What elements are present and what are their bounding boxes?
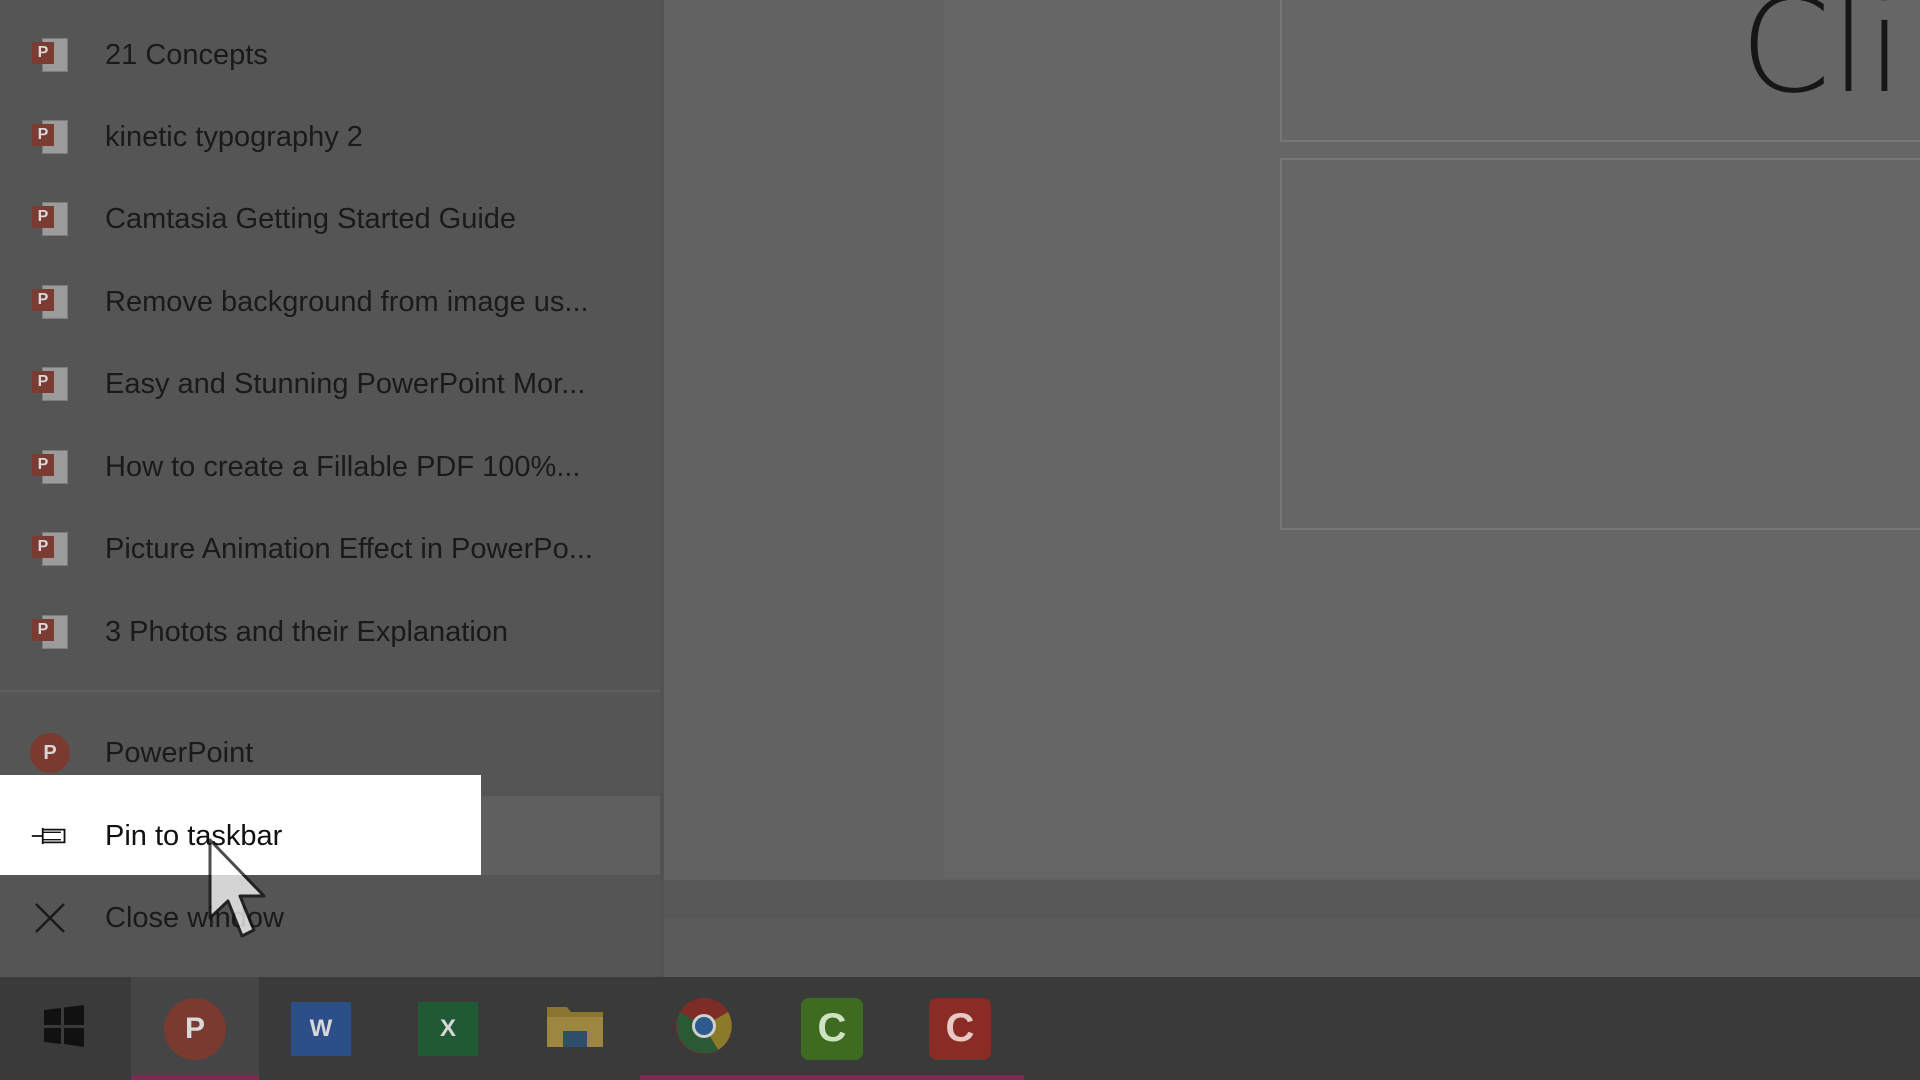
taskbar-chrome[interactable] [640, 977, 768, 1080]
jump-list-separator [0, 690, 660, 692]
close-icon [30, 898, 70, 938]
recent-item-label: kinetic typography 2 [105, 120, 363, 153]
pin-icon [30, 816, 70, 856]
jumplist-recent-item[interactable]: P Picture Animation Effect in PowerPo... [0, 508, 660, 590]
camtasia-icon: C [801, 997, 863, 1060]
pptx-file-icon: P [30, 364, 70, 404]
recent-item-label: How to create a Fillable PDF 100%... [105, 450, 581, 483]
recent-item-label: Picture Animation Effect in PowerPo... [105, 532, 593, 565]
recent-item-label: Remove background from image us... [105, 285, 589, 318]
pptx-file-icon: P [30, 612, 70, 652]
jumplist-recent-item[interactable]: P 3 Photots and their Explanation [0, 591, 660, 673]
pin-to-taskbar-button[interactable]: Pin to taskbar [0, 795, 660, 877]
jumplist-recent-item[interactable]: P 21 Concepts [0, 14, 660, 96]
running-indicator [896, 1075, 1024, 1080]
jumplist-recent-item[interactable]: P How to create a Fillable PDF 100%... [0, 426, 660, 508]
taskbar-file-explorer[interactable] [511, 977, 639, 1080]
running-indicator [640, 1075, 768, 1080]
windows-logo-icon [42, 1004, 86, 1053]
taskbar-start-button[interactable] [0, 977, 128, 1080]
running-indicator [131, 1075, 259, 1080]
close-window-button[interactable]: Close window [0, 877, 660, 959]
jumplist-recent-item[interactable]: P Camtasia Getting Started Guide [0, 178, 660, 260]
pptx-file-icon: P [30, 529, 70, 569]
folder-icon [545, 1001, 605, 1056]
taskbar-powerpoint[interactable]: P [131, 977, 259, 1080]
pptx-file-icon: P [30, 199, 70, 239]
pptx-file-icon: P [30, 282, 70, 322]
excel-icon: X [418, 1001, 478, 1056]
jumplist-recent-item[interactable]: P kinetic typography 2 [0, 96, 660, 178]
recent-item-label: Camtasia Getting Started Guide [105, 202, 517, 235]
pptx-file-icon: P [30, 35, 70, 75]
jumplist-recent-item[interactable]: P Remove background from image us... [0, 261, 660, 343]
app-label: PowerPoint [105, 736, 254, 769]
recent-item-label: 3 Photots and their Explanation [105, 615, 509, 648]
taskbar-word[interactable]: W [257, 977, 385, 1080]
jump-list-edge [660, 0, 664, 977]
status-bar [660, 880, 1920, 918]
recent-item-label: Easy and Stunning PowerPoint Mor... [105, 367, 586, 400]
taskbar-camtasia-recorder[interactable]: C [896, 977, 1024, 1080]
mouse-cursor-icon [208, 838, 272, 953]
camtasia-recorder-icon: C [929, 997, 991, 1060]
running-indicator [768, 1075, 896, 1080]
pptx-file-icon: P [30, 117, 70, 157]
pptx-file-icon: P [30, 447, 70, 487]
jumplist-recent-item[interactable]: P Easy and Stunning PowerPoint Mor... [0, 343, 660, 425]
slide-title-text: Cli [1740, 0, 1904, 122]
powerpoint-icon: P [30, 733, 70, 773]
chrome-icon [675, 997, 733, 1060]
recent-item-label: 21 Concepts [105, 38, 268, 71]
taskbar-excel[interactable]: X [384, 977, 512, 1080]
taskbar-camtasia[interactable]: C [768, 977, 896, 1080]
word-icon: W [291, 1001, 351, 1056]
content-placeholder[interactable] [1280, 158, 1920, 530]
powerpoint-icon: P [164, 997, 226, 1060]
